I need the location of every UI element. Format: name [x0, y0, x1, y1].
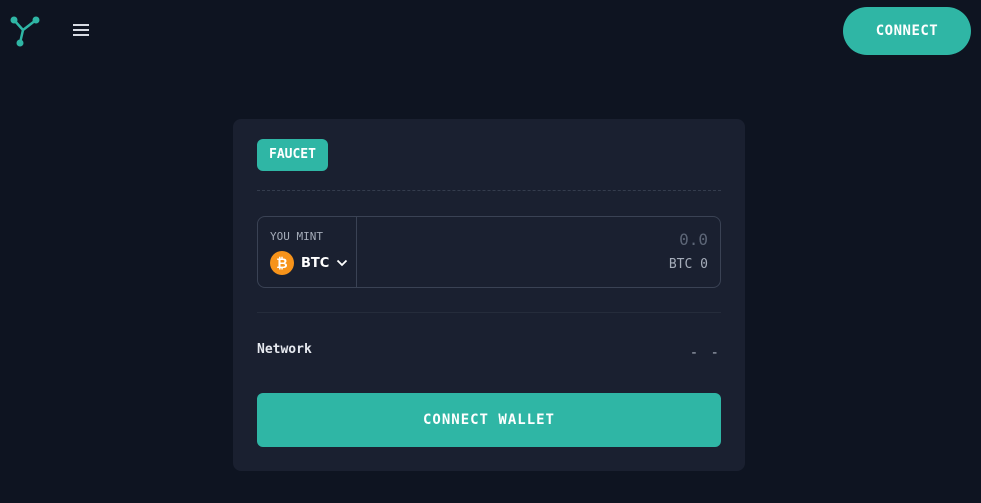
token-balance: BTC 0	[668, 257, 708, 272]
token-name: BTC	[301, 255, 330, 271]
mint-panel: YOU MINT ₿ BTC BTC 0	[257, 216, 721, 288]
connect-button[interactable]: CONNECT	[843, 7, 971, 55]
divider	[257, 312, 721, 313]
you-mint-label: YOU MINT	[270, 230, 323, 243]
svg-text:₿: ₿	[276, 256, 287, 271]
network-value: - -	[689, 345, 721, 361]
amount-input[interactable]	[408, 228, 708, 250]
hamburger-menu-icon[interactable]	[70, 20, 92, 40]
faucet-badge: FAUCET	[257, 139, 328, 171]
connect-wallet-button[interactable]: CONNECT WALLET	[257, 393, 721, 447]
chevron-down-icon	[336, 259, 348, 267]
token-selector-panel: YOU MINT ₿ BTC	[258, 217, 357, 287]
faucet-card: FAUCET YOU MINT ₿ BTC BTC 0 Net	[233, 119, 745, 471]
top-bar: CONNECT	[0, 0, 981, 62]
token-select-dropdown[interactable]: ₿ BTC	[270, 251, 348, 275]
network-nodes-icon[interactable]	[9, 16, 41, 48]
network-label: Network	[257, 342, 312, 357]
bitcoin-icon: ₿	[270, 251, 294, 275]
divider	[257, 190, 721, 191]
